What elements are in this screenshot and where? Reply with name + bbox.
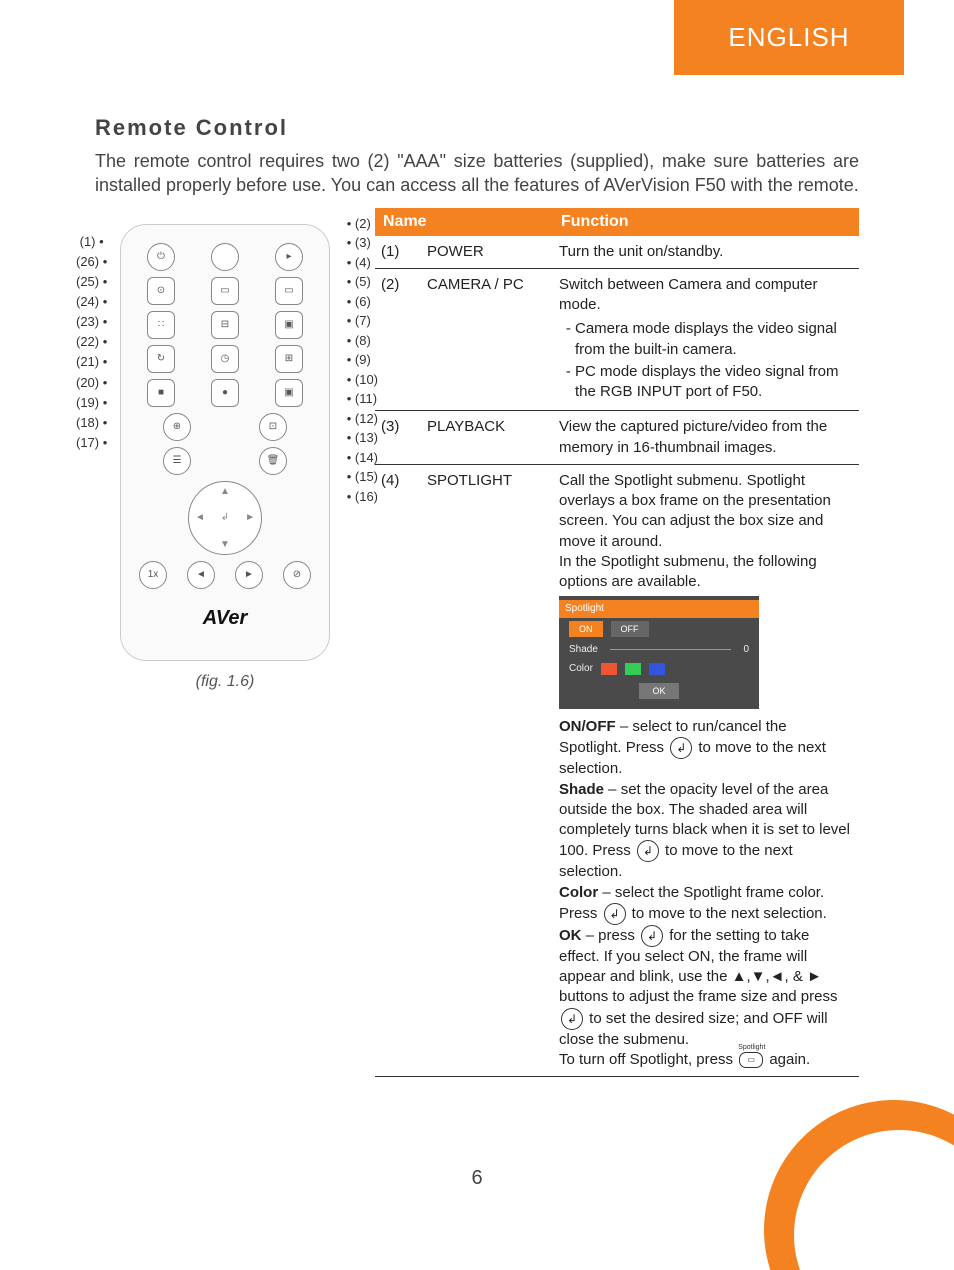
content-area: Remote Control The remote control requir…: [95, 115, 859, 1077]
freeze-icon: ■: [147, 379, 175, 407]
prev-icon: ◄: [187, 561, 215, 589]
two-column-layout: (1) •(26) •(25) •(24) •(23) •(22) •(21) …: [95, 208, 859, 1078]
figure-caption: (fig. 1.6): [95, 673, 355, 691]
callouts-left: (1) •(26) •(25) •(24) •(23) •(22) •(21) …: [76, 232, 107, 454]
page: ENGLISH Remote Control The remote contro…: [0, 0, 954, 1270]
row-name: POWER: [421, 236, 553, 269]
spotlight-submenu-screenshot: Spotlight ONOFF Shade0 Color OK: [559, 596, 759, 709]
autofocus-icon: ⊕: [163, 413, 191, 441]
visor-icon: ▭: [275, 277, 303, 305]
brand-logo: AVer: [129, 607, 321, 630]
section-heading: Remote Control: [95, 115, 859, 141]
mode-icon: ∷: [147, 311, 175, 339]
enter-icon: ↲: [604, 903, 626, 925]
row-function: View the captured picture/video from the…: [553, 411, 859, 465]
row-name: CAMERA / PC: [421, 268, 553, 411]
remote-diagram: ⏻ ▸ ⊙ ▭ ▭ ∷ ⊟ ▣ ↻ ◷ ⊞ ■ ● ▣ ⊕ ⊡ ☰ 🗑 ◄↲► 1x ◄ ► ⊘ AVer: [120, 224, 330, 661]
row-number: (1): [375, 236, 421, 269]
enter-icon: ↲: [561, 1008, 583, 1030]
table-row: (2)CAMERA / PCSwitch between Camera and …: [375, 268, 859, 411]
col-header-name: Name: [375, 208, 553, 236]
dpad: ◄↲►: [188, 481, 262, 555]
next-icon: ►: [235, 561, 263, 589]
capture-icon: ▣: [275, 379, 303, 407]
enter-icon: ↲: [670, 737, 692, 759]
remote-figure-column: (1) •(26) •(25) •(24) •(23) •(22) •(21) …: [95, 208, 355, 691]
zoom-reset-icon: 1x: [139, 561, 167, 589]
timer-icon: ◷: [211, 345, 239, 373]
row-number: (3): [375, 411, 421, 465]
record-icon: ●: [211, 379, 239, 407]
table-row: (1)POWERTurn the unit on/standby.: [375, 236, 859, 269]
del-icon: 🗑: [259, 447, 287, 475]
enter-icon: ↲: [637, 840, 659, 862]
language-tab: ENGLISH: [674, 0, 904, 75]
spotlight-button-icon: ▭: [739, 1052, 763, 1068]
row-name: SPOTLIGHT: [421, 464, 553, 1076]
row-number: (2): [375, 268, 421, 411]
slideshow-icon: ⊞: [275, 345, 303, 373]
table-row: (3)PLAYBACKView the captured picture/vid…: [375, 411, 859, 465]
lamp-icon: ⊙: [147, 277, 175, 305]
split-icon: ⊟: [211, 311, 239, 339]
row-number: (4): [375, 464, 421, 1076]
row-name: PLAYBACK: [421, 411, 553, 465]
row-function: Turn the unit on/standby.: [553, 236, 859, 269]
default-icon: ⊘: [283, 561, 311, 589]
autoimage-icon: ⊡: [259, 413, 287, 441]
callouts-right: • (2)• (3)• (4)• (5)• (6)• (7)• (8)• (9)…: [347, 214, 378, 507]
power-icon: ⏻: [147, 243, 175, 271]
intro-paragraph: The remote control requires two (2) "AAA…: [95, 149, 859, 198]
row-function: Call the Spotlight submenu. Spotlight ov…: [553, 464, 859, 1076]
pip-icon: ▣: [275, 311, 303, 339]
playback-icon: ▸: [275, 243, 303, 271]
col-header-function: Function: [553, 208, 859, 236]
rotate-icon: ↻: [147, 345, 175, 373]
enter-icon: ↲: [641, 925, 663, 947]
menu-icon: ☰: [163, 447, 191, 475]
function-table-column: Name Function (1)POWERTurn the unit on/s…: [375, 208, 859, 1078]
table-row: (4)SPOTLIGHTCall the Spotlight submenu. …: [375, 464, 859, 1076]
spotlight-icon: ▭: [211, 277, 239, 305]
row-function: Switch between Camera and computer mode.…: [553, 268, 859, 411]
camera-pc-icon: [211, 243, 239, 271]
corner-decoration: [724, 1070, 954, 1270]
function-table: Name Function (1)POWERTurn the unit on/s…: [375, 208, 859, 1078]
